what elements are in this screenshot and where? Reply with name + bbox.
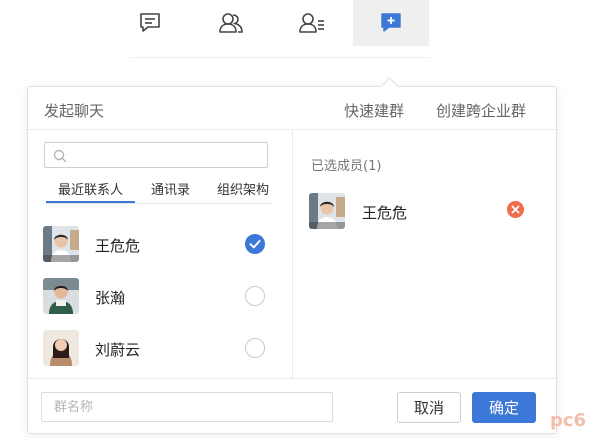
- top-nav: [0, 0, 600, 46]
- avatar: [43, 278, 79, 314]
- search-icon: [53, 148, 67, 167]
- cancel-button[interactable]: 取消: [397, 392, 461, 423]
- contact-tabs: 最近联系人 通讯录 组织架构: [46, 175, 272, 204]
- nav-divider: [130, 57, 430, 58]
- svg-text:pc6: pc6: [550, 410, 586, 431]
- quick-group-link[interactable]: 快速建群: [344, 100, 404, 121]
- active-tab-indicator: [46, 201, 135, 203]
- start-chat-panel: 发起聊天 快速建群 创建跨企业群 最近联系人 通讯录 组织架构 王危危 张瀚 刘…: [27, 86, 557, 434]
- contact-name: 王危危: [95, 237, 141, 255]
- contact-row[interactable]: 刘蔚云: [28, 324, 292, 372]
- contact-name: 刘蔚云: [95, 341, 141, 359]
- nav-messages[interactable]: [112, 0, 188, 46]
- group-name-field[interactable]: [41, 392, 333, 422]
- cross-org-group-link[interactable]: 创建跨企业群: [436, 100, 526, 121]
- unchecked-checkbox[interactable]: [245, 286, 265, 306]
- watermark-logo: pc6: [548, 404, 598, 434]
- contact-row[interactable]: 王危危: [28, 220, 292, 268]
- avatar: [309, 193, 345, 229]
- contact-picker: 最近联系人 通讯录 组织架构 王危危 张瀚 刘蔚云: [28, 130, 292, 378]
- tab-address-book[interactable]: 通讯录: [151, 179, 190, 198]
- search-input[interactable]: [71, 145, 265, 165]
- avatar: [43, 226, 79, 262]
- group-name-input[interactable]: [42, 393, 332, 421]
- nav-org-list[interactable]: [274, 0, 350, 46]
- contact-row[interactable]: 张瀚: [28, 272, 292, 320]
- panel-header: 发起聊天 快速建群 创建跨企业群: [28, 87, 556, 130]
- panel-footer: 取消 确定: [28, 378, 556, 434]
- close-icon: [507, 203, 524, 222]
- tab-org-structure[interactable]: 组织架构: [217, 179, 269, 198]
- selected-member: 王危危: [293, 189, 556, 231]
- confirm-button[interactable]: 确定: [472, 392, 536, 423]
- nav-start-chat[interactable]: [353, 0, 429, 46]
- unchecked-checkbox[interactable]: [245, 338, 265, 358]
- checked-checkbox[interactable]: [245, 234, 265, 254]
- org-list-icon: [299, 12, 325, 34]
- remove-member-button[interactable]: [507, 201, 524, 218]
- panel-title: 发起聊天: [44, 102, 105, 120]
- contacts-icon: [218, 12, 244, 34]
- search-box[interactable]: [44, 142, 268, 168]
- nav-contacts[interactable]: [193, 0, 269, 46]
- avatar: [43, 330, 79, 366]
- message-icon: [138, 12, 162, 34]
- check-icon: [245, 239, 265, 258]
- selected-count-label: 已选成员(1): [311, 159, 382, 174]
- contact-name: 张瀚: [95, 289, 126, 307]
- tab-recent-contacts[interactable]: 最近联系人: [58, 179, 123, 198]
- selected-members: 已选成员(1) 王危危: [293, 130, 556, 378]
- selected-member-name: 王危危: [362, 204, 408, 222]
- add-chat-icon: [379, 12, 403, 34]
